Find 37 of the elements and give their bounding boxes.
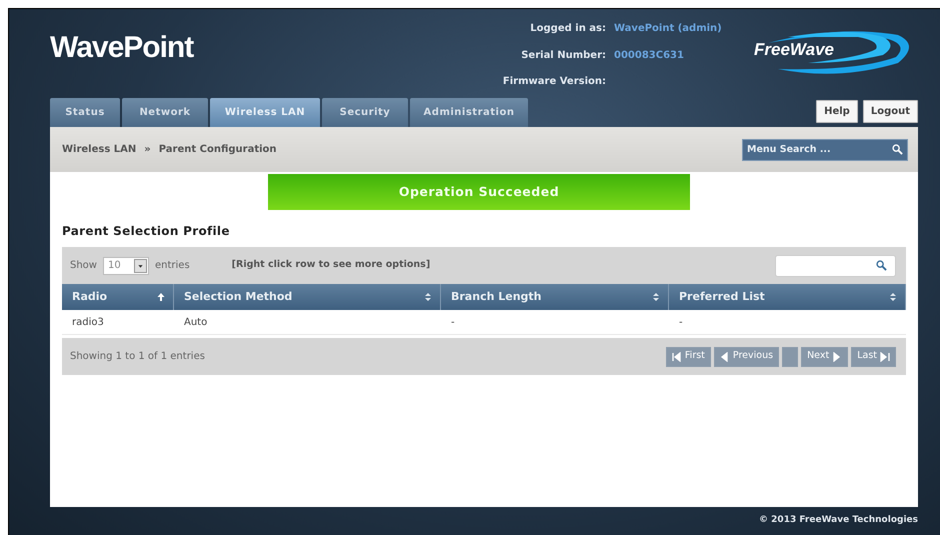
- page-size-select[interactable]: 10: [102, 256, 149, 274]
- breadcrumb-link[interactable]: Wireless LAN: [62, 142, 136, 157]
- table-search-field[interactable]: [775, 254, 896, 276]
- show-label: Show: [70, 259, 97, 273]
- table-cell-text: Auto: [183, 316, 208, 330]
- info-value: WavePoint (admin): [614, 22, 723, 36]
- copyright-text: © 2013 FreeWave Technologies: [758, 514, 918, 527]
- right-arrow-icon: [832, 352, 842, 362]
- info-label: Logged in as:: [529, 22, 606, 36]
- success-banner: Operation Succeeded: [268, 174, 690, 210]
- info-value: 000083C631: [614, 48, 685, 63]
- nav-tab[interactable]: Network: [122, 98, 208, 127]
- header-button[interactable]: Help: [816, 100, 858, 123]
- search-icon: [876, 260, 887, 271]
- breadcrumb-separator: »: [144, 143, 151, 157]
- table-cell-text: -: [450, 316, 456, 330]
- breadcrumb-link[interactable]: Parent Configuration: [158, 142, 277, 157]
- left-arrow-icon: [672, 352, 682, 362]
- info-label: Serial Number:: [520, 48, 606, 63]
- nav-tab[interactable]: Security: [322, 98, 408, 127]
- header-button[interactable]: Logout: [862, 100, 918, 123]
- section-title: Parent Selection Profile: [62, 223, 231, 240]
- entries-label: entries: [154, 259, 190, 273]
- logo-text: WavePoint: [50, 30, 194, 66]
- table-info: Showing 1 to 1 of 1 entries: [70, 350, 205, 364]
- table-cell-text: -: [678, 316, 684, 330]
- nav-tab[interactable]: Wireless LAN: [210, 98, 320, 127]
- hint-text: [Right click row to see more options]: [232, 258, 430, 272]
- nav-tab[interactable]: Status: [50, 98, 120, 127]
- table-cell-text: radio3: [71, 316, 105, 330]
- search-icon: [892, 144, 903, 154]
- caret-icon: [134, 258, 147, 272]
- menu-search-field[interactable]: Menu Search ...: [742, 138, 908, 160]
- info-label: Firmware Version:: [502, 75, 606, 90]
- right-arrow-icon: [880, 352, 890, 362]
- left-arrow-icon: [720, 352, 730, 362]
- nav-tab[interactable]: Administration: [410, 98, 528, 127]
